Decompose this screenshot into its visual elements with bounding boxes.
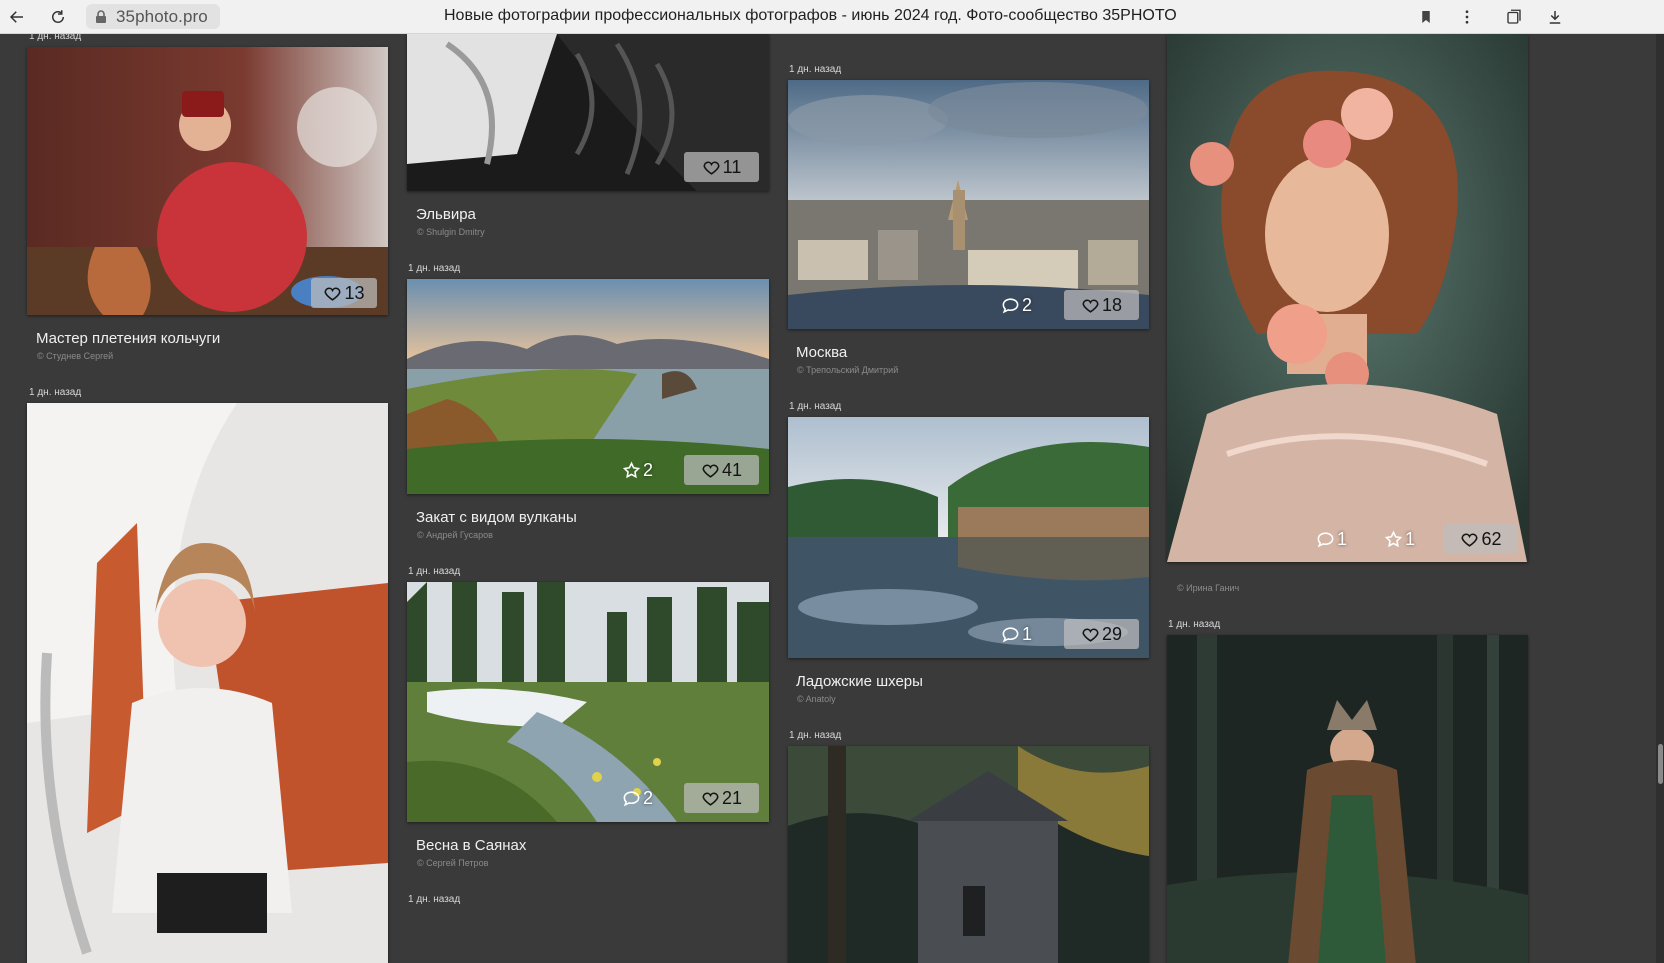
photo-author[interactable]: © Андрей Гусаров [417,530,493,540]
like-button[interactable]: 18 [1064,290,1139,320]
like-count: 29 [1101,623,1123,644]
favorites-count: 2 [643,459,654,480]
photo-title[interactable]: Мастер плетения кольчуги [36,330,220,347]
comment-icon [623,790,640,806]
photo-author[interactable]: © Студнев Сергей [37,351,113,361]
star-icon [622,461,641,478]
scrollbar[interactable] [1656,34,1664,963]
timestamp: 1 дн. назад [29,34,82,42]
like-count: 11 [722,156,742,177]
like-button[interactable]: 41 [684,455,759,485]
comments-stat[interactable]: 2 [622,783,653,813]
star-icon [1384,530,1403,547]
photo-image [788,746,1149,963]
photo-title[interactable]: Ладожские шхеры [796,673,923,690]
heart-icon [1462,533,1478,547]
like-count: 18 [1101,294,1123,315]
photo-image [27,403,388,963]
photo-card-wolf-woman[interactable] [1167,635,1528,963]
comments-count: 2 [1022,294,1033,315]
menu-button[interactable] [1455,5,1479,29]
like-count: 41 [721,459,743,480]
heart-icon [703,161,720,175]
photo-image [27,47,388,315]
photo-author[interactable]: © Anatoly [797,694,836,704]
url-text: 35photo.pro [116,6,208,26]
comment-icon [1317,531,1334,547]
bookmark-button[interactable] [1414,5,1438,29]
like-button[interactable]: 13 [311,278,377,308]
timestamp: 1 дн. назад [408,894,461,905]
photo-image [1167,34,1528,562]
like-count: 62 [1481,528,1502,549]
comments-stat[interactable]: 2 [1001,290,1032,320]
downloads-button[interactable] [1543,5,1567,29]
heart-icon [702,464,719,478]
photo-title[interactable]: Москва [796,344,847,361]
timestamp: 1 дн. назад [408,263,461,274]
browser-toolbar: 35photo.pro Новые фотографии профессиона… [0,0,1664,34]
comments-count: 1 [1022,623,1033,644]
timestamp: 1 дн. назад [789,401,842,412]
download-icon [1549,11,1561,24]
timestamp: 1 дн. назад [789,730,842,741]
like-button[interactable]: 21 [684,783,759,813]
reload-icon [52,10,64,23]
kebab-menu-icon [1465,10,1469,24]
photo-card-flower-girl[interactable] [1167,34,1528,562]
photo-author[interactable]: © Трепольский Дмитрий [797,365,898,375]
lock-icon [96,9,106,23]
photo-card-forest-house[interactable] [788,746,1149,963]
photo-image [1167,635,1528,963]
comment-icon [1002,626,1019,642]
back-button[interactable] [5,5,29,29]
collections-button[interactable] [1502,5,1526,29]
photo-card-girl-chair[interactable] [27,403,388,963]
reload-button[interactable] [46,5,70,29]
photo-author[interactable]: © Сергей Петров [417,858,488,868]
bookmark-icon [1422,11,1430,23]
heart-icon [1082,628,1099,642]
page-title: Новые фотографии профессиональных фотогр… [444,7,1177,24]
favorites-stat[interactable]: 2 [622,455,653,485]
like-count: 13 [344,282,365,303]
like-button[interactable]: 62 [1444,524,1518,554]
heart-icon [325,287,341,301]
comment-icon [1002,297,1019,313]
comments-stat[interactable]: 1 [1316,524,1347,554]
like-button[interactable]: 11 [684,152,759,182]
favorites-stat[interactable]: 1 [1384,524,1415,554]
photo-author[interactable]: © Ирина Ганич [1177,583,1239,593]
scrollbar-thumb[interactable] [1658,744,1663,784]
timestamp: 1 дн. назад [408,566,461,577]
photo-feed: 1 дн. назад 13 Мастер плетения кольчуги … [0,34,1664,963]
timestamp: 1 дн. назад [1168,619,1221,630]
heart-icon [702,792,719,806]
back-arrow-icon [9,11,23,23]
timestamp: 1 дн. назад [789,64,842,75]
photo-title[interactable]: Весна в Саянах [416,837,526,854]
like-count: 21 [721,787,743,808]
comments-stat[interactable]: 1 [1001,619,1032,649]
photo-card-chainmail[interactable] [27,47,388,315]
heart-icon [1082,299,1099,313]
photo-title[interactable]: Эльвира [416,206,476,223]
comments-count: 2 [643,787,654,808]
photo-author[interactable]: © Shulgin Dmitry [417,227,485,237]
like-button[interactable]: 29 [1064,619,1139,649]
collections-icon [1507,9,1521,24]
timestamp: 1 дн. назад [29,387,82,398]
comments-count: 1 [1337,528,1348,549]
photo-title[interactable]: Закат с видом вулканы [416,509,577,526]
favorites-count: 1 [1405,528,1416,549]
address-bar[interactable]: 35photo.pro [86,4,220,29]
